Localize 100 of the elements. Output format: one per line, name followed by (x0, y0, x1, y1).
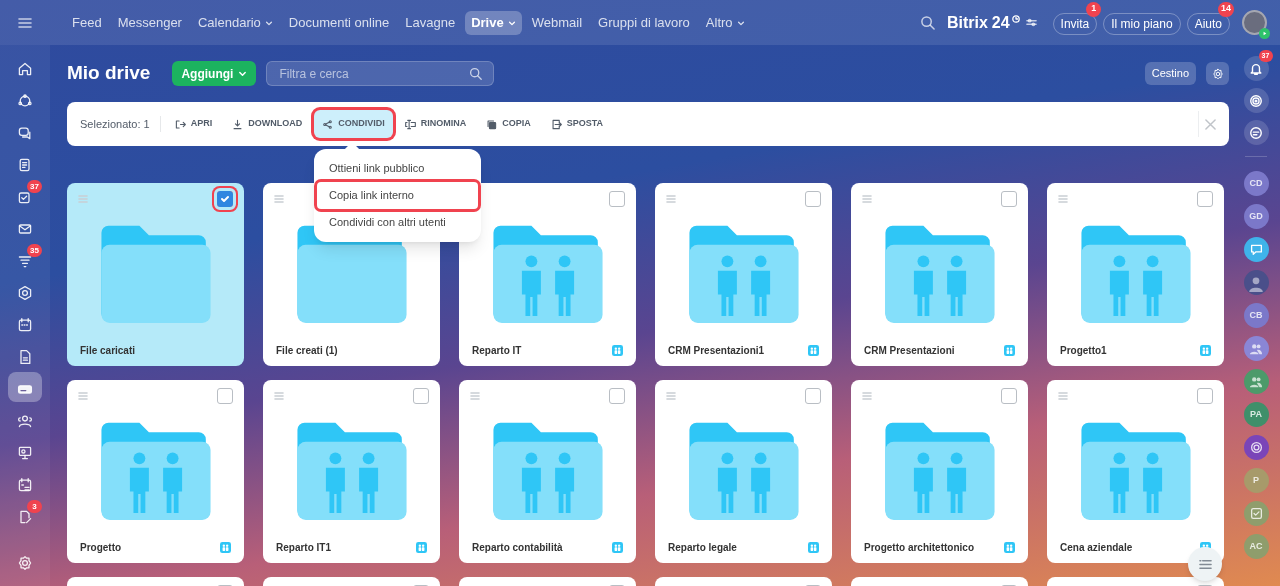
folder-name: Cena aziendale (1060, 541, 1133, 555)
nav-tab[interactable]: Messenger (111, 10, 188, 35)
spiral-icon (1249, 93, 1263, 108)
play-badge-icon (1259, 28, 1270, 39)
nav-tab[interactable]: Webmail (525, 10, 589, 35)
notifications-button[interactable] (1243, 56, 1269, 81)
chat-avatar[interactable]: GD (1243, 204, 1269, 229)
nav-tab[interactable]: Documenti online (282, 10, 396, 35)
checkbox[interactable] (1001, 388, 1017, 404)
checkbox[interactable] (413, 388, 429, 404)
toolbar-button[interactable]: RINOMINA (396, 110, 475, 138)
folder-card[interactable]: Reparto IT1 (263, 380, 440, 563)
checkbox[interactable] (217, 388, 233, 404)
folder-name: File creati (1) (276, 344, 338, 358)
copilot-button[interactable] (1243, 88, 1269, 113)
shared-icon (612, 345, 623, 356)
rename-icon (404, 118, 416, 130)
move-icon (550, 118, 562, 130)
folder-card[interactable]: Reparto legale (655, 380, 832, 563)
shared-icon (808, 345, 819, 356)
sidebar-item[interactable]: 3 (8, 500, 42, 530)
toolbar-button[interactable]: CONDIVIDI (314, 110, 393, 138)
toolbar-button[interactable]: APRI (166, 110, 221, 138)
nav-tab[interactable]: Calendario (191, 10, 279, 35)
drag-handle-icon[interactable] (274, 194, 284, 204)
chat-avatar[interactable] (1243, 270, 1269, 295)
schedule-icon (17, 476, 33, 493)
nav-tab[interactable]: Altro (699, 10, 751, 35)
checkbox[interactable] (609, 191, 625, 207)
close-icon[interactable] (1205, 118, 1216, 130)
checkbox[interactable] (805, 191, 821, 207)
sliders-icon[interactable] (1025, 17, 1037, 28)
checkbox[interactable] (609, 388, 625, 404)
folder-card[interactable]: CRM Presentazioni1 (655, 183, 832, 366)
chat-avatar[interactable] (1243, 336, 1269, 361)
checkbox[interactable] (1197, 388, 1213, 404)
nav-tab[interactable]: Lavagne (399, 10, 462, 35)
drag-handle-icon[interactable] (274, 391, 284, 401)
folder-card[interactable]: Reparto IT (459, 183, 636, 366)
folder-name: Reparto contabilità (472, 541, 563, 555)
chat-avatar[interactable]: CB (1243, 303, 1269, 328)
menu-icon[interactable] (18, 15, 32, 30)
chat-avatar[interactable] (1243, 435, 1269, 460)
drag-handle-icon[interactable] (78, 194, 88, 204)
trash-button[interactable]: Cestino (1144, 62, 1196, 85)
folder-card[interactable]: Reparto contabilità (459, 380, 636, 563)
checkbox[interactable] (1001, 191, 1017, 207)
group-icon (1249, 374, 1263, 389)
folder-card[interactable]: Progetto1 (1047, 183, 1224, 366)
drag-handle-icon[interactable] (470, 391, 480, 401)
share-icon (322, 118, 334, 130)
drag-handle-icon[interactable] (1058, 194, 1068, 204)
folder-card[interactable]: CRM Presentazioni (851, 183, 1028, 366)
folder-name: Reparto legale (668, 541, 737, 555)
drag-handle-icon[interactable] (666, 391, 676, 401)
logo-number: 24 (991, 12, 1010, 33)
drag-handle-icon[interactable] (862, 194, 872, 204)
clock-icon (1011, 14, 1020, 23)
folder-card[interactable]: Cena aziendale (1047, 380, 1224, 563)
toolbar-button[interactable]: DOWNLOAD (224, 110, 311, 138)
group-icon (1249, 341, 1263, 356)
menu-item[interactable]: Ottieni link pubblico (317, 155, 478, 182)
toolbar-button[interactable]: SPOSTA (542, 110, 612, 138)
download-icon (232, 118, 244, 130)
chat-avatar[interactable]: PA (1243, 402, 1269, 427)
messages-button[interactable] (1243, 120, 1269, 145)
shared-icon (612, 542, 623, 553)
sidebar-item[interactable]: 35 (8, 244, 42, 274)
chat-icon (1249, 125, 1263, 140)
checkbox[interactable] (1197, 191, 1213, 207)
chat-avatar[interactable]: CD (1243, 171, 1269, 196)
chat-avatar[interactable] (1243, 237, 1269, 262)
drag-handle-icon[interactable] (666, 194, 676, 204)
home-icon (17, 60, 33, 77)
sidebar-item[interactable] (8, 372, 42, 402)
logo-text: Bitrix (946, 12, 988, 33)
folder-name: CRM Presentazioni (864, 344, 955, 358)
folder-card[interactable]: File caricati (67, 183, 244, 366)
chat-avatar[interactable] (1243, 369, 1269, 394)
folder-card[interactable]: Progetto (67, 380, 244, 563)
sidebar-item[interactable]: 37 (8, 180, 42, 210)
shared-icon (1004, 542, 1015, 553)
folder-card[interactable]: Progetto architettonico (851, 380, 1028, 563)
shared-icon (416, 542, 427, 553)
drag-handle-icon[interactable] (78, 391, 88, 401)
drag-handle-icon[interactable] (862, 391, 872, 401)
notification-badge: 35 (27, 244, 42, 257)
bell-icon (1249, 61, 1263, 76)
shared-icon (1004, 345, 1015, 356)
user-avatar[interactable] (1242, 10, 1267, 35)
checkbox[interactable] (805, 388, 821, 404)
nav-tab[interactable]: Drive (465, 10, 522, 35)
settings-button[interactable] (1206, 62, 1229, 85)
calendar-icon (17, 316, 33, 333)
nav-tab[interactable]: Feed (66, 10, 108, 35)
folder-name: Progetto1 (1060, 344, 1107, 358)
toolbar-button[interactable]: COPIA (478, 110, 539, 138)
nav-tab[interactable]: Gruppi di lavoro (592, 10, 696, 35)
drag-handle-icon[interactable] (1058, 391, 1068, 401)
search-icon[interactable] (919, 15, 935, 30)
